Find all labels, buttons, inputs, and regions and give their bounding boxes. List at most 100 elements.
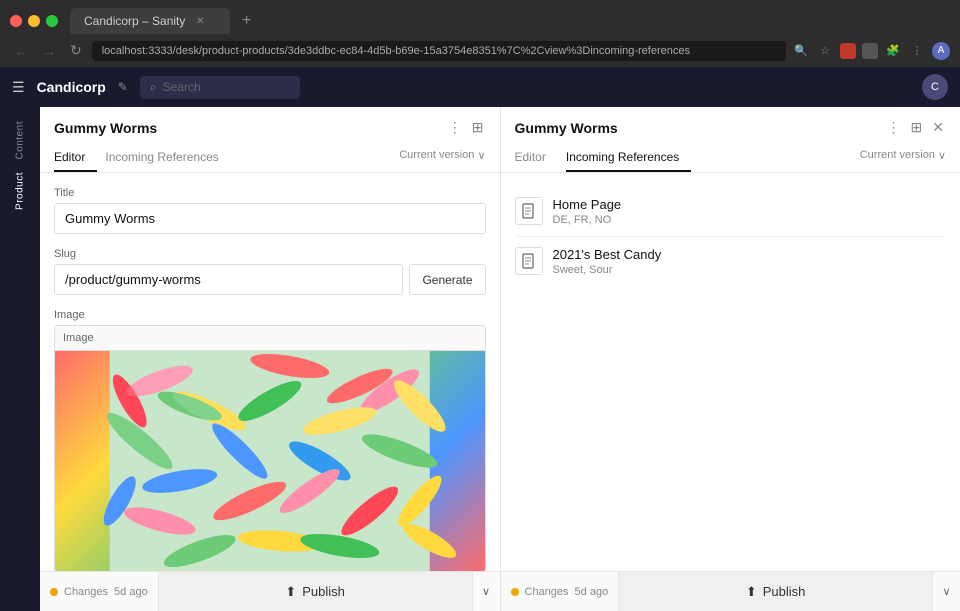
slug-field-group: Slug Generate (54, 248, 486, 295)
right-panel-footer: Changes 5d ago ⬆ Publish ∨ (501, 571, 960, 611)
sidebar-item-product[interactable]: Product (2, 166, 38, 216)
left-panel-actions: ⋮ ⊞ (446, 117, 486, 138)
search-icon[interactable]: 🔍 (792, 42, 810, 60)
menu-button[interactable]: ☰ (12, 79, 25, 96)
right-tab-incoming-references[interactable]: Incoming References (566, 144, 691, 172)
right-panel-title: Gummy Worms (515, 120, 618, 136)
new-tab-button[interactable]: + (234, 8, 259, 34)
minimize-button[interactable] (28, 15, 40, 27)
right-panel-close-button[interactable]: ✕ (930, 117, 946, 138)
publish-button[interactable]: ⬆ Publish (158, 572, 472, 611)
left-panel-footer: Changes 5d ago ⬆ Publish ∨ (40, 571, 500, 611)
chevron-down-icon: ∨ (482, 585, 490, 598)
chevron-down-icon: ∨ (477, 149, 485, 162)
ref-info-best-candy: 2021's Best Candy Sweet, Sour (553, 247, 662, 276)
right-publish-button[interactable]: ⬆ Publish (618, 572, 932, 611)
title-input[interactable] (54, 203, 486, 234)
close-button[interactable] (10, 15, 22, 27)
left-panel-more-button[interactable]: ⋮ (446, 117, 464, 138)
bookmark-icon[interactable]: ☆ (816, 42, 834, 60)
publish-dropdown-arrow[interactable]: ∨ (472, 572, 500, 611)
panels-container: Gummy Worms ⋮ ⊞ Editor Incoming Referenc… (40, 107, 960, 611)
right-panel-more-button[interactable]: ⋮ (885, 117, 903, 138)
refresh-button[interactable]: ↻ (66, 40, 86, 61)
left-changes-info: Changes 5d ago (40, 586, 158, 598)
extension-icon-2[interactable] (862, 43, 878, 59)
right-changes-time: 5d ago (575, 586, 609, 598)
reference-item-home-page[interactable]: Home Page DE, FR, NO (515, 187, 947, 237)
browser-avatar[interactable]: A (932, 42, 950, 60)
right-tab-editor[interactable]: Editor (515, 144, 558, 172)
left-panel-title-row: Gummy Worms ⋮ ⊞ (54, 117, 486, 138)
right-changes-info: Changes 5d ago (501, 586, 619, 598)
app-logo: Candicorp (37, 79, 106, 95)
image-preview[interactable] (55, 351, 485, 571)
left-panel-content: Title Slug Generate Image (40, 173, 500, 571)
app-topbar: ☰ Candicorp ✎ ⌕ Search C (0, 67, 960, 107)
right-panel-header: Gummy Worms ⋮ ⊞ ✕ Editor Incoming Refere… (501, 107, 960, 173)
ref-icon-best-candy (515, 247, 543, 275)
right-panel: Gummy Worms ⋮ ⊞ ✕ Editor Incoming Refere… (501, 107, 960, 611)
right-publish-icon: ⬆ (746, 584, 757, 600)
generate-button[interactable]: Generate (409, 264, 485, 295)
title-label: Title (54, 187, 486, 199)
more-button[interactable]: ⋮ (908, 42, 926, 60)
maximize-button[interactable] (46, 15, 58, 27)
image-field-inner-label: Image (55, 326, 485, 351)
gummy-worms-image (55, 351, 485, 571)
changes-label: Changes (64, 586, 108, 598)
address-bar-row: ← → ↻ localhost:3333/desk/product-produc… (0, 34, 960, 67)
search-placeholder: Search (163, 80, 201, 94)
puzzle-icon[interactable]: 🧩 (884, 42, 902, 60)
right-chevron-down-icon: ∨ (942, 585, 950, 598)
search-icon: ⌕ (150, 80, 157, 95)
right-changes-label: Changes (525, 586, 569, 598)
main-area: Content Product Gummy Worms ⋮ ⊞ (0, 107, 960, 611)
left-panel-title: Gummy Worms (54, 120, 157, 136)
changes-dot (50, 588, 58, 596)
left-panel-grid-button[interactable]: ⊞ (470, 117, 486, 138)
browser-icons: 🔍 ☆ 🧩 ⋮ A (792, 42, 950, 60)
app-container: ☰ Candicorp ✎ ⌕ Search C Content Product (0, 67, 960, 611)
image-field-group: Image Image (54, 309, 486, 571)
right-publish-label: Publish (763, 584, 806, 599)
right-panel-grid-button[interactable]: ⊞ (909, 117, 925, 138)
edit-icon[interactable]: ✎ (118, 80, 128, 94)
sidebar-label-content: Content (15, 121, 26, 160)
app-avatar[interactable]: C (922, 74, 948, 100)
address-bar[interactable]: localhost:3333/desk/product-products/3de… (92, 41, 786, 61)
right-publish-dropdown-arrow[interactable]: ∨ (932, 572, 960, 611)
tab-bar: Candicorp – Sanity ✕ + (0, 0, 960, 34)
browser-tab[interactable]: Candicorp – Sanity ✕ (70, 8, 230, 34)
title-field-group: Title (54, 187, 486, 234)
left-panel: Gummy Worms ⋮ ⊞ Editor Incoming Referenc… (40, 107, 501, 611)
traffic-lights (10, 15, 58, 27)
ref-info-home-page: Home Page DE, FR, NO (553, 197, 622, 226)
publish-label: Publish (302, 584, 345, 599)
right-panel-actions: ⋮ ⊞ ✕ (885, 117, 946, 138)
right-panel-tabs: Editor Incoming References Current versi… (515, 144, 947, 172)
image-field-container: Image (54, 325, 486, 571)
left-tab-editor[interactable]: Editor (54, 144, 97, 172)
sidebar-label-product: Product (15, 172, 26, 210)
slug-row: Generate (54, 264, 486, 295)
search-box[interactable]: ⌕ Search (140, 76, 300, 99)
left-tab-incoming-references[interactable]: Incoming References (105, 144, 230, 172)
tab-close-button[interactable]: ✕ (193, 14, 207, 28)
ref-title-best-candy: 2021's Best Candy (553, 247, 662, 262)
ref-tags-best-candy: Sweet, Sour (553, 264, 662, 276)
ref-tags-home-page: DE, FR, NO (553, 214, 622, 226)
right-panel-title-row: Gummy Worms ⋮ ⊞ ✕ (515, 117, 947, 138)
forward-button[interactable]: → (38, 41, 60, 61)
slug-input[interactable] (54, 264, 403, 295)
left-version-selector[interactable]: Current version ∨ (399, 144, 485, 172)
extension-icon-1[interactable] (840, 43, 856, 59)
right-version-selector[interactable]: Current version ∨ (860, 144, 946, 172)
sidebar-item-content[interactable]: Content (2, 115, 38, 166)
tab-title: Candicorp – Sanity (84, 14, 185, 28)
ref-title-home-page: Home Page (553, 197, 622, 212)
reference-item-best-candy[interactable]: 2021's Best Candy Sweet, Sour (515, 237, 947, 286)
back-button[interactable]: ← (10, 41, 32, 61)
url-text: localhost:3333/desk/product-products/3de… (102, 45, 690, 57)
right-panel-content: Home Page DE, FR, NO (501, 173, 960, 571)
